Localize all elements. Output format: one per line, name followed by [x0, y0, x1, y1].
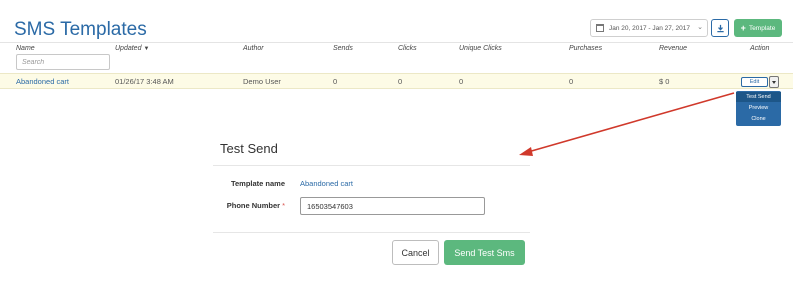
menu-item-preview[interactable]: Preview: [736, 103, 781, 113]
modal-footer-divider: [213, 232, 530, 233]
template-name-value: Abandoned cart: [300, 179, 353, 188]
modal-title: Test Send: [220, 141, 278, 156]
sort-desc-icon: ▼: [143, 46, 150, 52]
cell-purchases: 0: [569, 77, 574, 86]
column-header-clicks[interactable]: Clicks: [398, 45, 417, 52]
column-header-name[interactable]: Name: [16, 45, 35, 52]
date-range-text: Jan 20, 2017 - Jan 27, 2017: [609, 24, 690, 32]
plus-icon: +: [740, 22, 746, 33]
phone-number-label-text: Phone Number: [226, 201, 281, 210]
phone-number-label: Phone Number *: [200, 201, 285, 210]
cancel-button[interactable]: Cancel: [392, 240, 439, 265]
modal-header-divider: [213, 165, 530, 166]
menu-item-clone[interactable]: Clone: [736, 114, 781, 124]
column-header-sends[interactable]: Sends: [333, 45, 353, 52]
action-dropdown-toggle[interactable]: [769, 76, 779, 88]
new-template-button[interactable]: + Template: [734, 19, 782, 37]
new-template-label: Template: [748, 24, 776, 32]
cell-unique-clicks: 0: [459, 77, 464, 86]
column-header-action: Action: [750, 45, 770, 52]
page-title: SMS Templates: [14, 19, 147, 40]
chevron-down-icon: ⌄: [697, 24, 703, 31]
template-name-label: Template name: [230, 179, 285, 188]
download-icon: [716, 24, 724, 32]
template-name-link[interactable]: Abandoned cart: [16, 77, 69, 86]
calendar-icon: [596, 24, 604, 32]
edit-button[interactable]: Edit: [741, 77, 768, 87]
date-range-picker[interactable]: Jan 20, 2017 - Jan 27, 2017 ⌄: [590, 19, 708, 37]
cell-author: Demo User: [243, 77, 281, 86]
search-input[interactable]: [16, 54, 110, 70]
column-header-author[interactable]: Author: [243, 45, 264, 52]
phone-number-input[interactable]: [300, 197, 485, 215]
action-menu: Test Send Preview Clone: [736, 91, 781, 126]
header-divider: [0, 42, 793, 43]
column-header-purchases[interactable]: Purchases: [569, 45, 602, 52]
cell-sends: 0: [333, 77, 338, 86]
column-header-unique-clicks[interactable]: Unique Clicks: [459, 45, 502, 52]
cell-revenue: $ 0: [659, 77, 670, 86]
send-test-sms-button[interactable]: Send Test Sms: [444, 240, 525, 265]
required-marker: *: [282, 201, 285, 210]
cell-updated: 01/26/17 3:48 AM: [115, 77, 174, 86]
caret-down-icon: [772, 80, 776, 84]
column-header-revenue[interactable]: Revenue: [659, 45, 687, 52]
column-header-updated[interactable]: Updated ▼: [115, 45, 149, 52]
menu-item-test-send[interactable]: Test Send: [736, 92, 781, 102]
column-header-updated-label: Updated: [115, 45, 142, 52]
cell-clicks: 0: [398, 77, 403, 86]
download-button[interactable]: [711, 19, 729, 37]
